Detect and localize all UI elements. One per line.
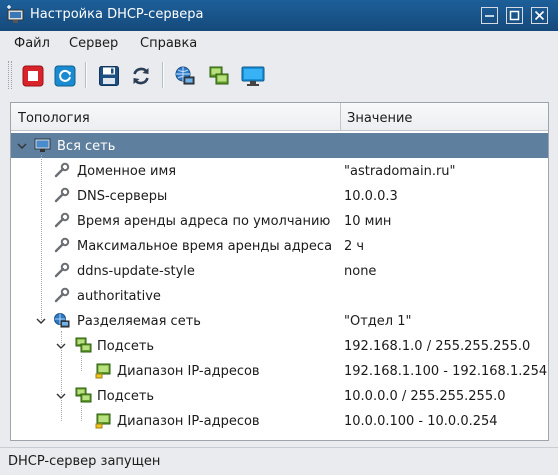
tree-row-range[interactable]: Диапазон IP-адресов 10.0.0.100 - 10.0.0.…: [11, 408, 548, 433]
tree-row-option[interactable]: DNS-серверы 10.0.0.3: [11, 183, 548, 208]
minimize-icon: [485, 15, 494, 17]
wrench-icon: [54, 187, 70, 203]
wrench-icon: [54, 262, 70, 278]
tree-row-label: Вся сеть: [57, 139, 116, 154]
menu-bar: Файл Сервер Справка: [0, 31, 558, 57]
network-icon: [34, 138, 51, 152]
menu-help[interactable]: Справка: [140, 36, 197, 51]
restart-button[interactable]: [52, 63, 78, 89]
tree-row-value: 10 мин: [344, 214, 392, 229]
close-icon: [534, 10, 545, 21]
stop-icon: [22, 65, 44, 87]
range-icon: [95, 413, 111, 429]
tree-branch-line: [61, 331, 62, 421]
wrench-icon: [54, 212, 70, 228]
toolbar: [0, 57, 558, 95]
toolbar-separator: [162, 62, 164, 88]
status-bar: DHCP-сервер запущен: [0, 447, 558, 475]
toolbar-separator: [85, 62, 87, 88]
tree-row-value: 10.0.0.3: [344, 189, 398, 204]
status-text: DHCP-сервер запущен: [8, 454, 161, 469]
topology-tree[interactable]: Топология Значение Вся сеть Доменное имя…: [10, 102, 549, 441]
tree-branch-line: [81, 356, 82, 371]
subnet-button[interactable]: [206, 63, 232, 89]
close-button[interactable]: [531, 7, 548, 24]
tree-row-subnet[interactable]: Подсеть 192.168.1.0 / 255.255.255.0: [11, 333, 548, 358]
tree-row-label: ddns-update-style: [77, 264, 195, 279]
tree-row-label: Максимальное время аренды адреса: [77, 239, 333, 254]
save-button[interactable]: [96, 63, 122, 89]
subnet-icon: [75, 387, 92, 403]
tree-row-value: "astradomain.ru": [344, 164, 456, 179]
tree-row-value: 192.168.1.0 / 255.255.255.0: [344, 339, 531, 354]
tree-row-shared-network[interactable]: Разделяемая сеть "Отдел 1": [11, 308, 548, 333]
menu-server[interactable]: Сервер: [69, 36, 118, 51]
tree-row-label: Диапазон IP-адресов: [117, 364, 260, 379]
toolbar-grip[interactable]: [8, 61, 12, 89]
wrench-icon: [54, 162, 70, 178]
tree-row-value: none: [344, 264, 377, 279]
column-divider[interactable]: [340, 103, 341, 131]
column-value[interactable]: Значение: [347, 111, 412, 126]
host-button[interactable]: [240, 63, 266, 89]
dhcp-config-window: Настройка DHCP-сервера Файл Сервер Справ…: [0, 0, 558, 475]
shared-network-icon: [54, 313, 70, 328]
wrench-icon: [54, 237, 70, 253]
subnet-icon: [209, 66, 229, 85]
tree-row-label: authoritative: [77, 289, 161, 304]
maximize-icon: [509, 10, 520, 21]
tree-row-all-network[interactable]: Вся сеть: [11, 133, 548, 158]
tree-row-range[interactable]: Диапазон IP-адресов 192.168.1.100 - 192.…: [11, 358, 548, 383]
range-icon: [95, 363, 111, 379]
tree-row-value: 10.0.0.0 / 255.255.255.0: [344, 389, 506, 404]
monitor-icon: [241, 66, 265, 86]
maximize-button[interactable]: [506, 7, 523, 24]
chevron-down-icon[interactable]: [17, 141, 27, 151]
tree-row-option[interactable]: Доменное имя "astradomain.ru": [11, 158, 548, 183]
stop-button[interactable]: [20, 63, 46, 89]
tree-row-value: 192.168.1.100 - 192.168.1.254: [344, 364, 548, 379]
column-topology[interactable]: Топология: [18, 111, 90, 126]
title-bar: Настройка DHCP-сервера: [0, 0, 558, 31]
save-icon: [99, 66, 119, 86]
tree-row-value: 2 ч: [344, 239, 365, 254]
refresh-button[interactable]: [128, 63, 154, 89]
tree-row-subnet[interactable]: Подсеть 10.0.0.0 / 255.255.255.0: [11, 383, 548, 408]
tree-row-option[interactable]: authoritative: [11, 283, 548, 308]
tree-row-value: 10.0.0.100 - 10.0.0.254: [344, 414, 498, 429]
tree-row-label: Доменное имя: [77, 164, 177, 179]
tree-row-option[interactable]: Время аренды адреса по умолчанию 10 мин: [11, 208, 548, 233]
tree-header: Топология Значение: [11, 103, 548, 131]
refresh-icon: [133, 67, 149, 85]
tree-row-label: Время аренды адреса по умолчанию: [77, 214, 331, 229]
globe-network-icon: [175, 66, 195, 85]
subnet-icon: [75, 337, 92, 353]
tree-row-option[interactable]: ddns-update-style none: [11, 258, 548, 283]
menu-file[interactable]: Файл: [14, 36, 50, 51]
tree-row-value: "Отдел 1": [344, 314, 412, 329]
tree-row-label: Подсеть: [97, 389, 155, 404]
app-network-icon: [7, 5, 24, 23]
wrench-icon: [54, 287, 70, 303]
tree-branch-line: [81, 406, 82, 421]
tree-row-option[interactable]: Максимальное время аренды адреса 2 ч: [11, 233, 548, 258]
tree-row-label: Разделяемая сеть: [77, 314, 201, 329]
restart-icon: [54, 65, 76, 87]
tree-row-label: DNS-серверы: [77, 189, 168, 204]
global-network-button[interactable]: [172, 63, 198, 89]
minimize-button[interactable]: [481, 7, 498, 24]
tree-row-label: Диапазон IP-адресов: [117, 414, 260, 429]
tree-branch-line: [41, 155, 42, 320]
window-title: Настройка DHCP-сервера: [30, 7, 204, 22]
tree-row-label: Подсеть: [97, 339, 155, 354]
